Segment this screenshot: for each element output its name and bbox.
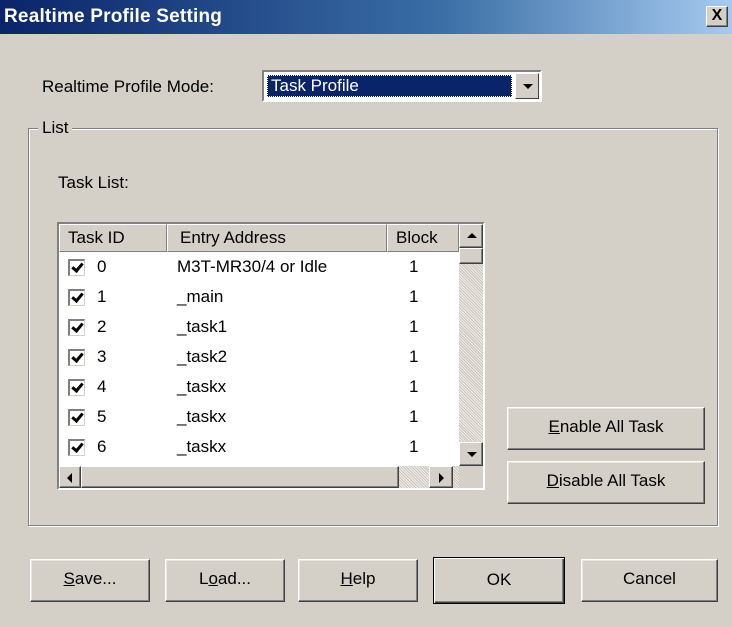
task-checkbox[interactable] bbox=[68, 439, 85, 456]
scroll-up-button[interactable] bbox=[459, 224, 483, 248]
title-bar[interactable]: Realtime Profile Setting X bbox=[0, 0, 732, 34]
mnemonic-letter: H bbox=[340, 569, 353, 588]
task-id-cell: 5 bbox=[97, 407, 107, 426]
arrow-left-icon bbox=[67, 473, 72, 483]
cancel-button[interactable]: Cancel bbox=[581, 559, 718, 602]
arrow-down-icon bbox=[467, 452, 477, 457]
chevron-down-icon bbox=[523, 84, 533, 89]
task-checkbox[interactable] bbox=[68, 319, 85, 336]
task-id-cell: 6 bbox=[97, 437, 107, 456]
scroll-left-button[interactable] bbox=[59, 466, 81, 488]
entry-address-cell: M3T-MR30/4 or Idle bbox=[177, 257, 328, 276]
table-row[interactable]: 5 _taskx 1 bbox=[59, 404, 459, 429]
horizontal-scroll-thumb[interactable] bbox=[81, 466, 399, 488]
entry-address-cell: _task2 bbox=[177, 347, 228, 366]
entry-address-cell: _taskx bbox=[177, 437, 227, 456]
entry-address-cell: _main bbox=[177, 287, 224, 306]
close-button[interactable]: X bbox=[706, 6, 728, 27]
cancel-label: Cancel bbox=[623, 569, 676, 588]
dropdown-button[interactable] bbox=[515, 73, 539, 99]
table-row[interactable]: 4 _taskx 1 bbox=[59, 374, 459, 399]
enable-all-label: nable All Task bbox=[559, 417, 664, 436]
mnemonic-letter: S bbox=[63, 569, 75, 588]
disable-all-task-button[interactable]: Disable All Task bbox=[507, 461, 705, 504]
help-label: elp bbox=[352, 569, 376, 588]
mnemonic-letter: o bbox=[208, 569, 218, 588]
horizontal-scrollbar[interactable] bbox=[59, 466, 459, 488]
table-row[interactable]: 3 _task2 1 bbox=[59, 344, 459, 369]
task-id-cell: 4 bbox=[97, 377, 107, 396]
entry-address-cell: _taskx bbox=[177, 377, 227, 396]
help-button[interactable]: Help bbox=[298, 559, 418, 602]
mnemonic-letter: E bbox=[548, 417, 560, 436]
scroll-right-button[interactable] bbox=[429, 466, 453, 488]
task-checkbox[interactable] bbox=[68, 289, 85, 306]
table-row[interactable]: 6 _taskx 1 bbox=[59, 434, 459, 459]
scroll-corner bbox=[459, 466, 483, 488]
column-header-block[interactable]: Block bbox=[387, 224, 459, 252]
enable-all-task-button[interactable]: Enable All Task bbox=[507, 407, 705, 450]
arrow-right-icon bbox=[439, 473, 444, 483]
block-cell: 1 bbox=[409, 257, 419, 276]
profile-mode-value: Task Profile bbox=[267, 75, 512, 97]
save-button[interactable]: Save... bbox=[30, 559, 150, 602]
list-rows: 0 M3T-MR30/4 or Idle 1 1 _main 1 2 _task… bbox=[59, 254, 459, 466]
close-icon: X bbox=[711, 7, 723, 24]
dialog-window: Realtime Profile Setting X Realtime Prof… bbox=[0, 0, 732, 627]
task-id-cell: 1 bbox=[97, 287, 107, 306]
ok-button[interactable]: OK bbox=[433, 557, 565, 604]
block-cell: 1 bbox=[409, 347, 419, 366]
profile-mode-label: Realtime Profile Mode: bbox=[42, 77, 214, 96]
load-button[interactable]: Load... bbox=[165, 559, 285, 602]
group-legend: List bbox=[38, 118, 73, 138]
profile-mode-dropdown[interactable]: Task Profile bbox=[262, 70, 542, 102]
block-cell: 1 bbox=[409, 437, 419, 456]
window-title: Realtime Profile Setting bbox=[4, 6, 223, 27]
task-checkbox[interactable] bbox=[68, 409, 85, 426]
task-checkbox[interactable] bbox=[68, 379, 85, 396]
block-cell: 1 bbox=[409, 317, 419, 336]
task-id-cell: 2 bbox=[97, 317, 107, 336]
block-cell: 1 bbox=[409, 287, 419, 306]
mnemonic-letter: D bbox=[546, 471, 559, 490]
disable-all-label: isable All Task bbox=[558, 471, 666, 490]
column-header-entry-address[interactable]: Entry Address bbox=[167, 224, 387, 252]
block-cell: 1 bbox=[409, 407, 419, 426]
vertical-scroll-thumb[interactable] bbox=[459, 248, 483, 264]
task-id-cell: 0 bbox=[97, 257, 107, 276]
entry-address-cell: _task1 bbox=[177, 317, 228, 336]
scroll-down-button[interactable] bbox=[459, 442, 483, 466]
task-checkbox[interactable] bbox=[68, 349, 85, 366]
task-checkbox[interactable] bbox=[68, 259, 85, 276]
save-label: ave... bbox=[74, 569, 117, 588]
entry-address-cell: _taskx bbox=[177, 407, 227, 426]
vertical-scrollbar[interactable] bbox=[459, 224, 483, 466]
task-list-label: Task List: bbox=[58, 173, 129, 192]
table-row[interactable]: 0 M3T-MR30/4 or Idle 1 bbox=[59, 254, 459, 279]
list-header: Task ID Entry Address Block bbox=[59, 224, 459, 252]
table-row[interactable]: 1 _main 1 bbox=[59, 284, 459, 309]
task-id-cell: 3 bbox=[97, 347, 107, 366]
column-header-task-id[interactable]: Task ID bbox=[59, 224, 167, 252]
arrow-up-icon bbox=[467, 233, 477, 238]
table-row[interactable]: 2 _task1 1 bbox=[59, 314, 459, 339]
load-label: ad... bbox=[217, 569, 252, 588]
ok-label: OK bbox=[486, 570, 512, 589]
block-cell: 1 bbox=[409, 377, 419, 396]
task-list-view[interactable]: Task ID Entry Address Block 0 M3T-MR30/4… bbox=[57, 222, 485, 490]
